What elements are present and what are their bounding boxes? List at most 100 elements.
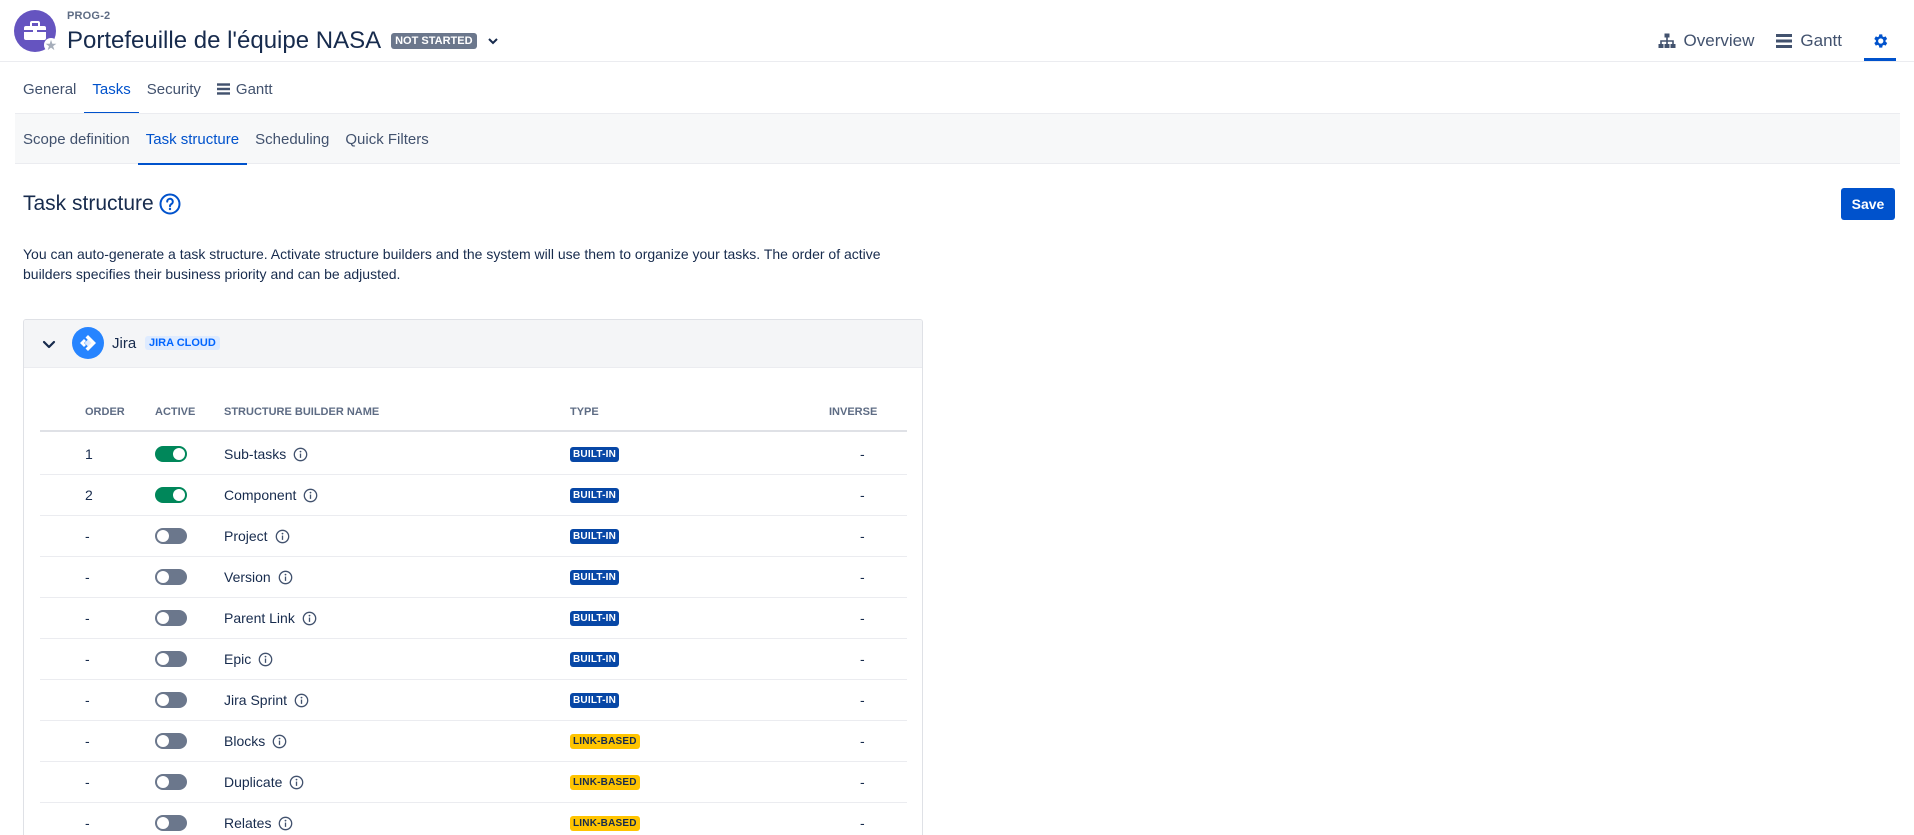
star-icon[interactable]: ★ <box>44 38 58 52</box>
type-cell: BUILT-IN <box>570 557 620 597</box>
tab-general[interactable]: General <box>15 64 84 114</box>
table-row: - Project BUILT-IN - <box>40 516 907 557</box>
active-cell <box>155 475 187 515</box>
type-cell: BUILT-IN <box>570 598 620 638</box>
type-badge: BUILT-IN <box>570 651 620 667</box>
active-toggle[interactable] <box>155 774 187 790</box>
active-cell <box>155 598 187 638</box>
inverse-value: - <box>860 774 865 790</box>
active-toggle[interactable] <box>155 487 187 503</box>
table-row: - Parent Link BUILT-IN - <box>40 598 907 639</box>
active-toggle[interactable] <box>155 692 187 708</box>
active-toggle[interactable] <box>155 569 187 585</box>
builder-name: Version <box>224 569 271 585</box>
table-row: - Epic BUILT-IN - <box>40 639 907 680</box>
active-cell <box>155 516 187 556</box>
type-cell: BUILT-IN <box>570 516 620 556</box>
name-cell: Jira Sprint <box>224 680 309 720</box>
source-badge: JIRA CLOUD <box>145 336 220 350</box>
info-circle-icon[interactable] <box>294 693 309 708</box>
inverse-cell: - <box>860 680 865 720</box>
type-cell: BUILT-IN <box>570 639 620 679</box>
info-circle-icon[interactable] <box>258 652 273 667</box>
tab-task-structure[interactable]: Task structure <box>137 114 248 165</box>
tab-scope-definition[interactable]: Scope definition <box>15 114 138 164</box>
info-circle-icon[interactable] <box>272 734 287 749</box>
active-toggle[interactable] <box>155 651 187 667</box>
info-circle-icon[interactable] <box>278 570 293 585</box>
question-circle-icon[interactable] <box>159 193 181 215</box>
column-name: STRUCTURE BUILDER NAME <box>224 406 380 418</box>
chevron-down-icon[interactable] <box>40 335 58 353</box>
gantt-button[interactable]: Gantt <box>1776 31 1842 51</box>
table-row: - Version BUILT-IN - <box>40 557 907 598</box>
tab-security[interactable]: Security <box>139 64 209 114</box>
table-header: ORDER ACTIVE STRUCTURE BUILDER NAME TYPE… <box>40 392 907 432</box>
table-row: 2 Component BUILT-IN - <box>40 475 907 516</box>
info-circle-icon[interactable] <box>303 488 318 503</box>
tab-label: Tasks <box>92 80 131 98</box>
info-circle-icon[interactable] <box>289 775 304 790</box>
active-toggle[interactable] <box>155 733 187 749</box>
toggle-knob <box>173 489 185 501</box>
order-value: - <box>85 815 90 831</box>
inverse-cell: - <box>860 557 865 597</box>
active-toggle[interactable] <box>155 815 187 831</box>
order-cell: - <box>85 516 90 556</box>
order-value: - <box>85 692 90 708</box>
jira-logo-icon <box>72 327 104 359</box>
order-value: 2 <box>85 487 93 503</box>
active-toggle[interactable] <box>155 446 187 462</box>
overview-button[interactable]: Overview <box>1658 31 1754 51</box>
tab-label: General <box>23 80 77 98</box>
inverse-value: - <box>860 446 865 462</box>
tab-scheduling[interactable]: Scheduling <box>247 114 337 164</box>
project-key: PROG-2 <box>67 10 111 22</box>
toggle-knob <box>157 735 169 747</box>
hierarchy-icon <box>1658 33 1676 48</box>
page-description: You can auto-generate a task structure. … <box>23 246 881 282</box>
table-row: 1 Sub-tasks BUILT-IN - <box>40 434 907 475</box>
name-cell: Version <box>224 557 293 597</box>
info-circle-icon[interactable] <box>278 816 293 831</box>
chevron-down-icon[interactable] <box>487 35 499 47</box>
info-circle-icon[interactable] <box>293 447 308 462</box>
section-title: Task structure <box>23 192 154 215</box>
active-cell <box>155 680 187 720</box>
type-cell: BUILT-IN <box>570 434 620 474</box>
gantt-label: Gantt <box>1800 31 1842 50</box>
column-inverse: INVERSE <box>829 406 878 418</box>
briefcase-icon <box>24 21 46 40</box>
active-toggle[interactable] <box>155 610 187 626</box>
builder-name: Component <box>224 487 297 503</box>
tab-quick-filters[interactable]: Quick Filters <box>337 114 436 164</box>
info-circle-icon[interactable] <box>275 529 290 544</box>
tab-tasks[interactable]: Tasks <box>84 64 140 114</box>
tab-label: Scheduling <box>255 130 330 148</box>
builder-name: Sub-tasks <box>224 446 287 462</box>
active-toggle[interactable] <box>155 528 187 544</box>
type-badge: BUILT-IN <box>570 692 620 708</box>
type-badge: BUILT-IN <box>570 569 620 585</box>
toggle-knob <box>157 694 169 706</box>
name-cell: Sub-tasks <box>224 434 308 474</box>
inverse-value: - <box>860 487 865 503</box>
tab-gantt[interactable]: Gantt <box>209 64 281 114</box>
name-cell: Parent Link <box>224 598 317 638</box>
inverse-cell: - <box>860 803 865 835</box>
save-button[interactable]: Save <box>1841 188 1895 220</box>
tab-label: Security <box>146 80 201 98</box>
info-circle-icon[interactable] <box>302 611 317 626</box>
table-row: - Blocks LINK-BASED - <box>40 721 907 762</box>
settings-button[interactable] <box>1864 23 1896 61</box>
active-cell <box>155 639 187 679</box>
table-row: - Jira Sprint BUILT-IN - <box>40 680 907 721</box>
builder-name: Parent Link <box>224 610 295 626</box>
inverse-value: - <box>860 733 865 749</box>
source-name: Jira <box>112 335 137 352</box>
order-value: - <box>85 528 90 544</box>
toggle-knob <box>157 571 169 583</box>
order-value: - <box>85 774 90 790</box>
status-badge[interactable]: NOT STARTED <box>391 33 477 49</box>
tab-label: Quick Filters <box>345 130 429 148</box>
